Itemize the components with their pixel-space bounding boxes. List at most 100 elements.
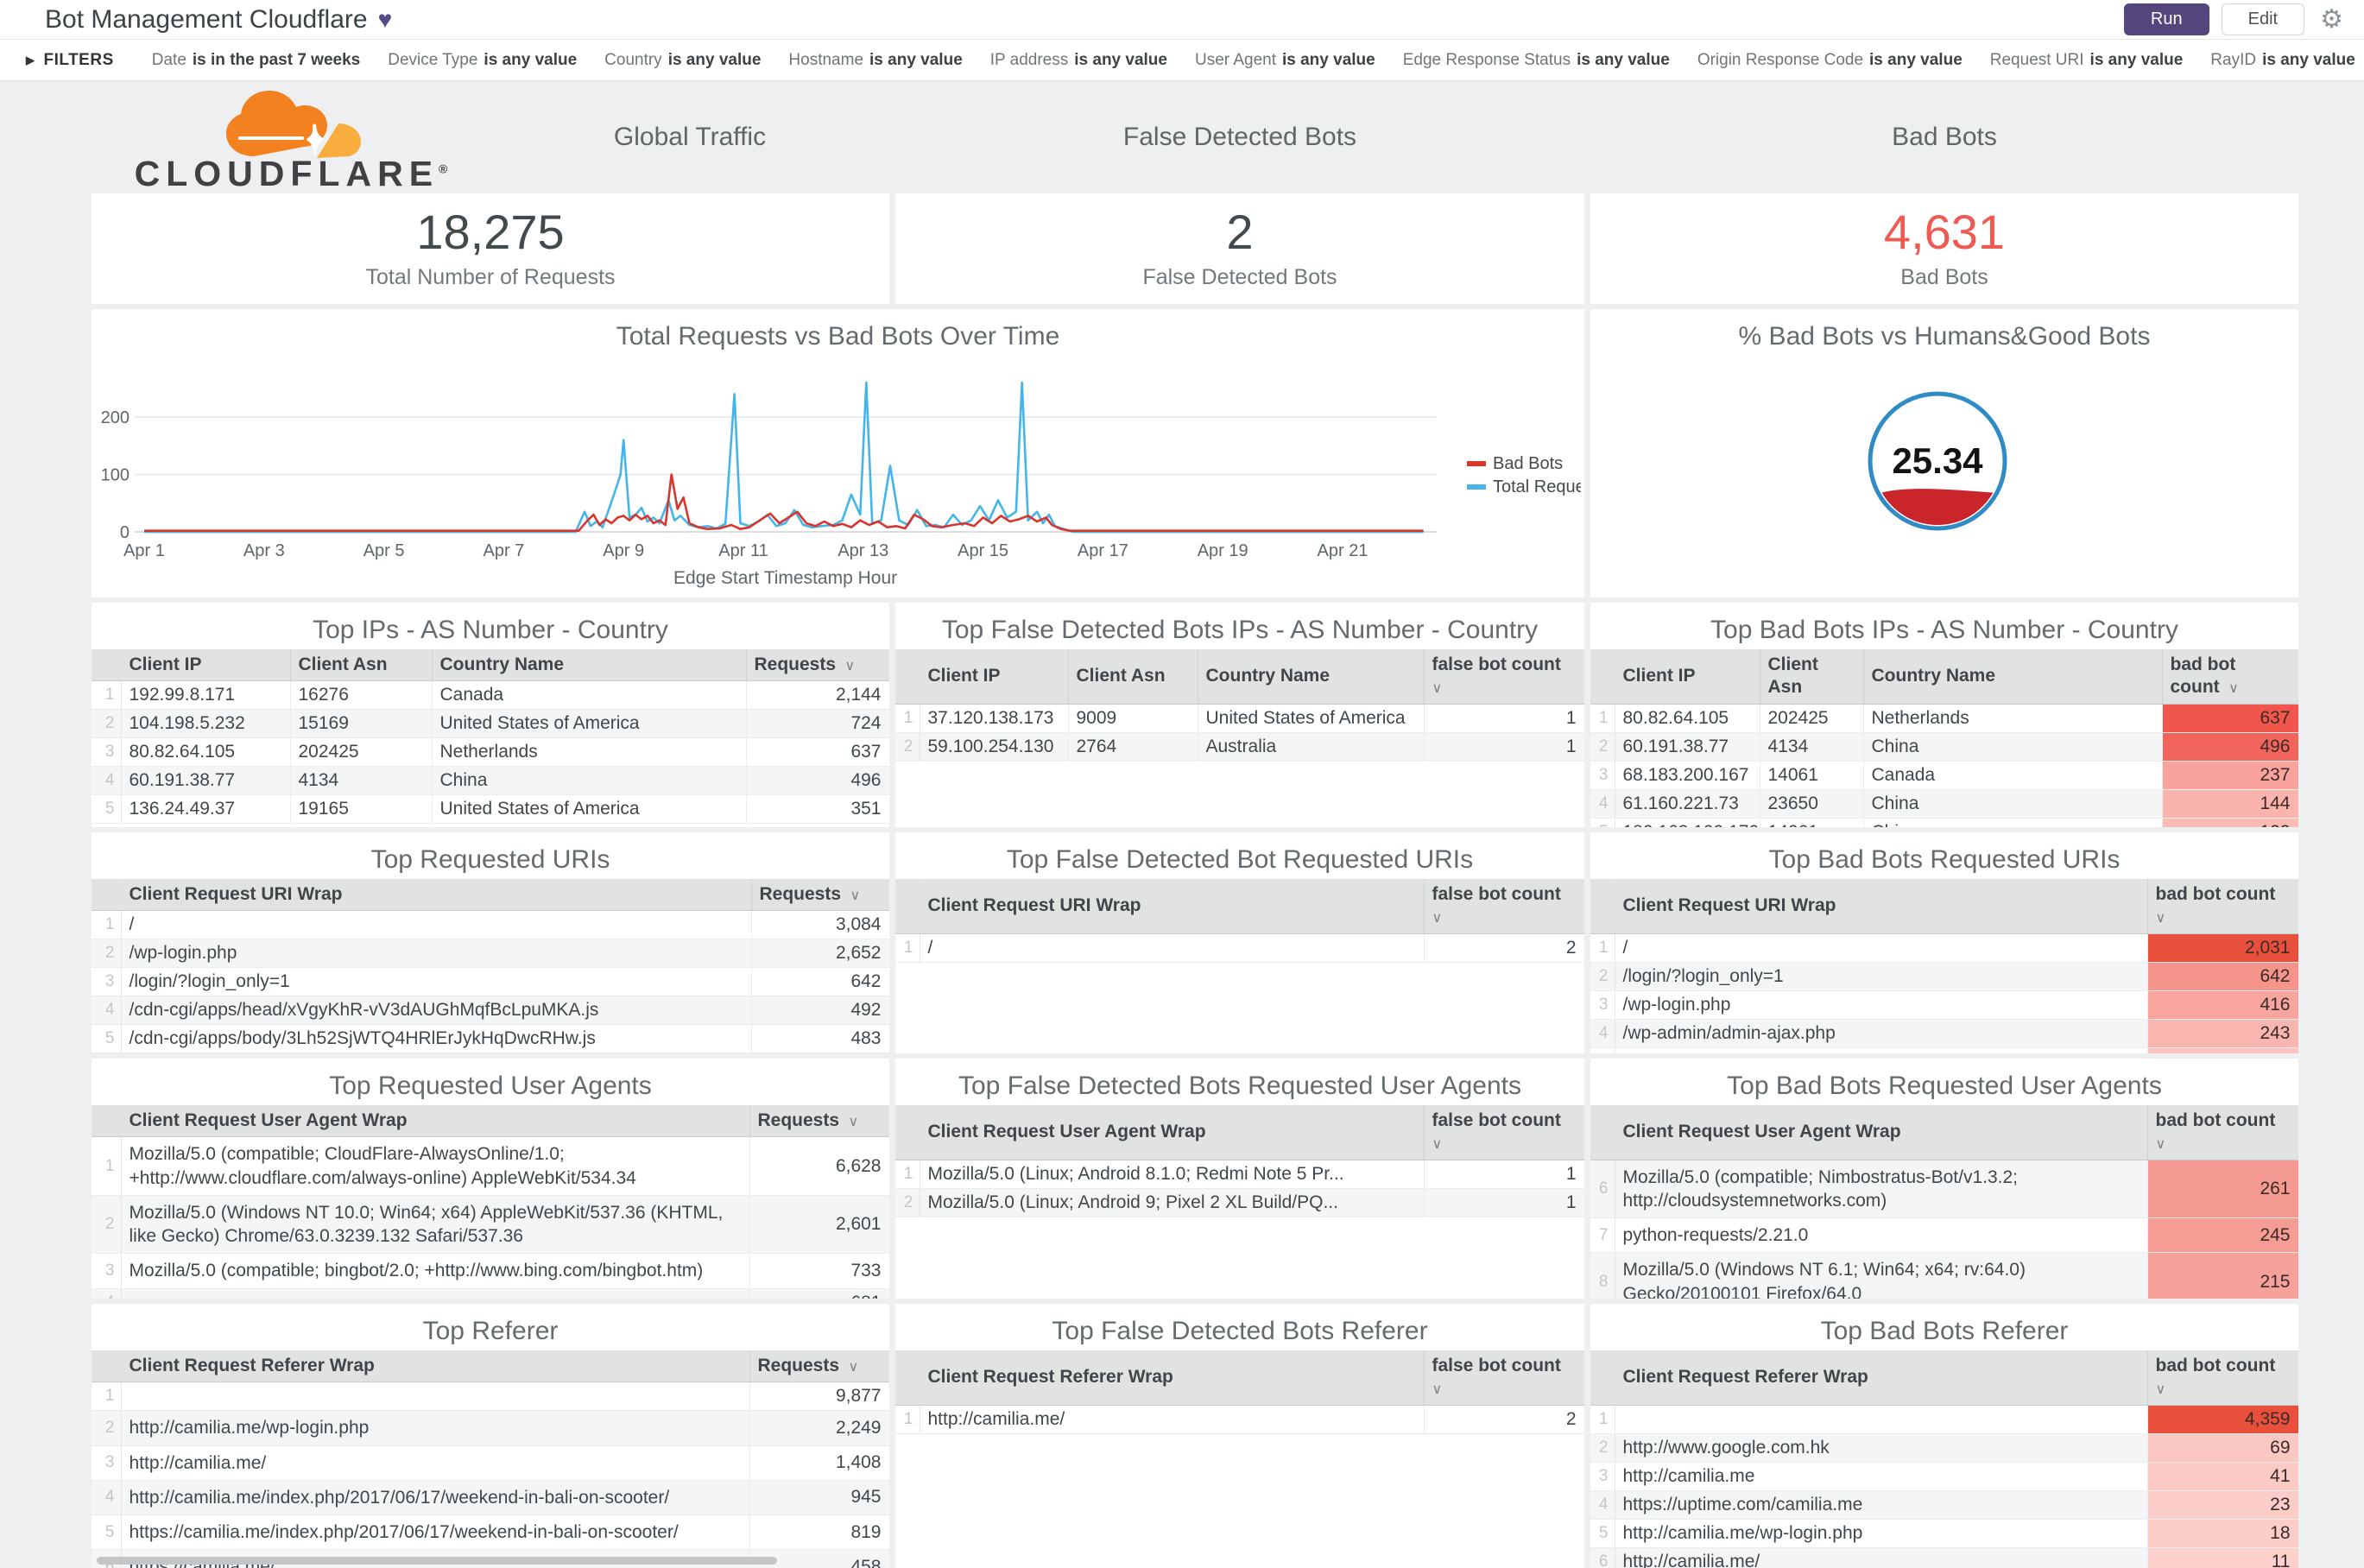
column-header[interactable]: Client Asn — [1068, 649, 1198, 705]
horizontal-scrollbar[interactable] — [97, 1557, 777, 1565]
top-uris-table[interactable]: Client Request URI Wrap Requests ∨ 1/3,084… — [92, 879, 889, 1053]
column-header[interactable]: bad bot count ∨ — [2147, 1350, 2298, 1406]
column-header[interactable]: bad bot count ∨ — [2147, 879, 2298, 934]
svg-text:Apr 15: Apr 15 — [958, 541, 1008, 560]
column-header[interactable]: Client IP — [920, 649, 1069, 705]
filter-item[interactable]: Date is in the past 7 weeks — [152, 51, 360, 70]
false-referer-table[interactable]: Client Request Referer Wrap false bot cou… — [895, 1350, 1584, 1434]
column-header[interactable]: Client Request Referer Wrap — [121, 1350, 750, 1383]
chart-band: Total Requests vs Bad Bots Over Time 0 10… — [92, 309, 2364, 597]
column-header[interactable]: false bot count ∨ — [1424, 649, 1584, 705]
table-row: 4 http://camilia.me/index.php/2017/06/17/… — [92, 1480, 889, 1516]
filter-item[interactable]: RayID is any value — [2210, 51, 2355, 70]
run-button[interactable]: Run — [2123, 3, 2209, 35]
table-row: 2 Mozilla/5.0 (Linux; Android 9; Pixel 2 … — [895, 1188, 1584, 1217]
filter-item[interactable]: Hostname is any value — [788, 51, 962, 70]
bad-uris-table[interactable]: Client Request URI Wrap bad bot count ∨ 1/… — [1590, 879, 2298, 1053]
filter-item[interactable]: Request URI is any value — [1990, 51, 2184, 70]
table-row: 5 http://camilia.me/wp-login.php 18 — [1590, 1519, 2298, 1548]
stat-label: Bad Bots — [1900, 264, 1988, 289]
table-row: 4681 — [92, 1288, 889, 1299]
filter-item[interactable]: IP address is any value — [990, 51, 1167, 70]
topbar: Bot Management Cloudflare ♥ Run Edit ⚙ — [0, 0, 2364, 40]
sort-descending-icon: ∨ — [846, 888, 861, 903]
column-header[interactable]: Client Asn — [1760, 649, 1864, 705]
bad-referer-table[interactable]: Client Request Referer Wrap bad bot count… — [1590, 1350, 2298, 1568]
column-header[interactable]: Requests ∨ — [746, 649, 889, 682]
svg-text:Apr 9: Apr 9 — [603, 541, 644, 560]
filter-item[interactable]: Edge Response Status is any value — [1403, 51, 1670, 70]
sort-descending-icon: ∨ — [841, 659, 856, 673]
column-header[interactable]: Client Request URI Wrap — [920, 879, 1425, 934]
column-header[interactable]: Requests ∨ — [749, 1350, 889, 1383]
gear-icon[interactable]: ⚙ — [2320, 6, 2343, 33]
filter-item[interactable]: Origin Response Code is any value — [1697, 51, 1963, 70]
top-user-agents-table[interactable]: Client Request User Agent Wrap Requests ∨… — [92, 1105, 889, 1299]
top-ips-table[interactable]: Client IP Client Asn Country Name Requests … — [92, 649, 889, 825]
svg-text:Apr 21: Apr 21 — [1318, 541, 1368, 560]
column-header[interactable]: Country Name — [1198, 649, 1425, 705]
cloudflare-wordmark: CLOUDFLARE® — [134, 154, 448, 193]
table-row: 3 80.82.64.105 202425 Netherlands 637 — [92, 737, 889, 768]
column-header[interactable]: Client IP — [1615, 649, 1760, 705]
svg-text:25.34: 25.34 — [1892, 440, 1983, 481]
false-ips-table[interactable]: Client IP Client Asn Country Name false bot… — [895, 649, 1584, 762]
column-header[interactable]: Client Request Referer Wrap — [1615, 1350, 2148, 1406]
filters-expander[interactable]: ▶ FILTERS — [26, 51, 114, 70]
stat-value: 4,631 — [1883, 204, 2006, 259]
filter-item[interactable]: Country is any value — [604, 51, 761, 70]
table-row: 1 9,877 — [92, 1381, 889, 1412]
column-header[interactable]: false bot count ∨ — [1424, 879, 1584, 934]
column-header[interactable]: Client IP — [121, 649, 291, 682]
tile-bad-referer: Top Bad Bots Referer Client Request Refe… — [1590, 1304, 2298, 1568]
column-header[interactable]: bad bot count ∨ — [2147, 1105, 2298, 1160]
sort-descending-icon: ∨ — [2224, 681, 2239, 697]
filter-item[interactable]: User Agent is any value — [1195, 51, 1375, 70]
column-header[interactable]: Client Request User Agent Wrap — [920, 1105, 1425, 1160]
false-uris-table[interactable]: Client Request URI Wrap false bot count ∨… — [895, 879, 1584, 963]
column-header[interactable]: Client Request URI Wrap — [121, 879, 752, 912]
stat-value: 2 — [1226, 204, 1254, 259]
svg-text:Apr 5: Apr 5 — [363, 541, 405, 560]
tile-title: Top Requested User Agents — [329, 1072, 652, 1100]
tile-title: Top False Detected Bots Referer — [1052, 1317, 1428, 1345]
svg-text:0: 0 — [120, 523, 130, 542]
bad-user-agents-table[interactable]: Client Request User Agent Wrap bad bot co… — [1590, 1105, 2298, 1299]
column-header[interactable]: false bot count ∨ — [1424, 1105, 1584, 1160]
bad-ips-table[interactable]: Client IP Client Asn Country Name bad bot c… — [1590, 649, 2298, 827]
column-header[interactable]: bad bot count ∨ — [2162, 649, 2298, 705]
table-row: 4/cdn-cgi/apps/head/xVgyKhR-vV3dAUGhMqfB… — [92, 996, 889, 1026]
edit-button[interactable]: Edit — [2221, 3, 2305, 35]
tile-title: Top False Detected Bots IPs - AS Number … — [941, 616, 1539, 644]
false-user-agents-table[interactable]: Client Request User Agent Wrap false bot … — [895, 1105, 1584, 1217]
column-header[interactable]: Country Name — [432, 649, 747, 682]
sort-descending-icon: ∨ — [2155, 1382, 2166, 1398]
tile-title: Top Bad Bots IPs - AS Number - Country — [1710, 616, 2178, 644]
table-row: 4 61.160.221.73 23650 China 144 — [1590, 789, 2298, 819]
column-header[interactable]: false bot count ∨ — [1424, 1350, 1584, 1406]
sort-descending-icon: ∨ — [844, 1360, 859, 1375]
percent-gauge[interactable]: 25.34 — [1590, 356, 2298, 597]
header-col3: Bad Bots — [1590, 83, 2298, 192]
column-header[interactable]: Country Name — [1863, 649, 2163, 705]
svg-text:Bad Bots: Bad Bots — [1493, 454, 1563, 473]
column-header[interactable]: Client Asn — [290, 649, 433, 682]
table-row: 5/cdn-cgi/apps/body/3Lh52SjWTQ4HRlErJykH… — [92, 1024, 889, 1053]
top-referer-table[interactable]: Client Request Referer Wrap Requests ∨ 1 9,… — [92, 1350, 889, 1568]
column-header[interactable]: Client Request User Agent Wrap — [1615, 1105, 2148, 1160]
table-row: 7 python-requests/2.21.0 245 — [1590, 1217, 2298, 1254]
column-header[interactable]: Requests ∨ — [749, 1105, 889, 1138]
timeseries-chart[interactable]: 0 100 200 Apr 1 Apr 3 Apr 5 Apr 7 Apr 9 Apr 11 Ap… — [92, 356, 1584, 597]
uris-band: Top Requested URIs Client Request URI Wr… — [92, 832, 2364, 1053]
section-header-false-bots: False Detected Bots — [1122, 123, 1357, 151]
column-header[interactable]: Requests ∨ — [751, 879, 889, 912]
column-header[interactable]: Client Request User Agent Wrap — [121, 1105, 750, 1138]
column-header[interactable]: Client Request URI Wrap — [1615, 879, 2148, 934]
column-header[interactable]: Client Request Referer Wrap — [920, 1350, 1425, 1406]
gauge-title: % Bad Bots vs Humans&Good Bots — [1738, 322, 2151, 351]
filter-item[interactable]: Device Type is any value — [388, 51, 577, 70]
header-col2: False Detected Bots — [895, 83, 1584, 192]
svg-text:Total Requests: Total Requests — [1493, 477, 1581, 496]
filter-list: Date is in the past 7 weeks Device Type is … — [152, 51, 2364, 70]
filters-label: FILTERS — [43, 50, 114, 69]
